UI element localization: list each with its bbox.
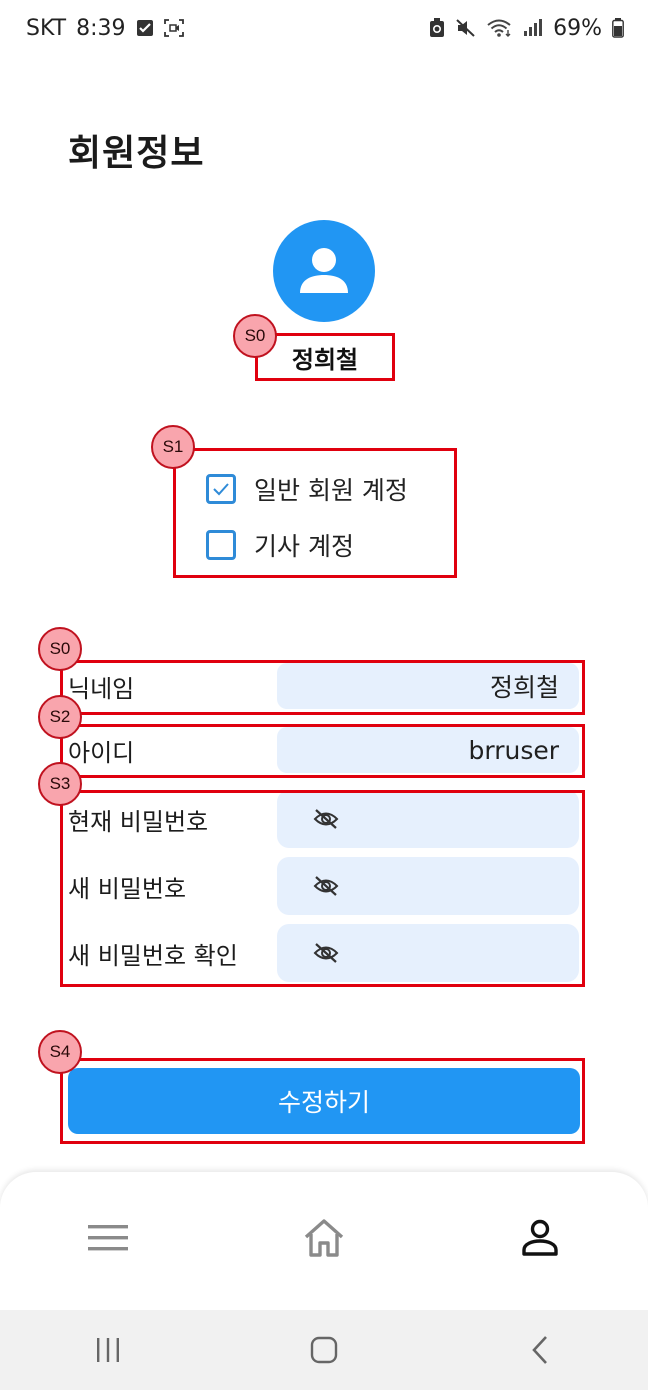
bottom-navigation bbox=[0, 1172, 648, 1310]
nav-home[interactable] bbox=[300, 1214, 348, 1262]
user-id-field[interactable]: brruser bbox=[277, 727, 579, 773]
account-option-driver[interactable]: 기사 계정 bbox=[206, 527, 354, 563]
battery-icon bbox=[612, 18, 624, 38]
confirm-password-label: 새 비밀번호 확인 bbox=[68, 941, 238, 970]
eye-off-icon[interactable] bbox=[313, 942, 339, 964]
eye-off-icon[interactable] bbox=[313, 875, 339, 897]
nav-menu[interactable] bbox=[84, 1214, 132, 1262]
nickname-row: 닉네임 정희철 bbox=[62, 660, 584, 712]
avatar[interactable] bbox=[273, 220, 375, 322]
checklist-icon bbox=[136, 19, 154, 37]
nickname-field[interactable]: 정희철 bbox=[277, 663, 579, 709]
page-title: 회원정보 bbox=[68, 133, 205, 174]
account-option-label: 기사 계정 bbox=[254, 532, 354, 561]
home-button[interactable] bbox=[294, 1320, 354, 1380]
profile-icon[interactable] bbox=[521, 1219, 559, 1257]
checkbox-unchecked[interactable] bbox=[206, 530, 236, 560]
person-icon bbox=[300, 248, 348, 293]
battery-percent: 69% bbox=[553, 15, 602, 41]
user-id-label: 아이디 bbox=[68, 738, 135, 767]
submit-button[interactable]: 수정하기 bbox=[68, 1068, 580, 1134]
nav-profile[interactable] bbox=[516, 1214, 564, 1262]
back-chevron-icon[interactable] bbox=[529, 1335, 551, 1365]
annotation-tag: S4 bbox=[38, 1030, 82, 1074]
wifi-icon bbox=[487, 18, 513, 38]
mute-icon bbox=[455, 18, 477, 38]
battery-saver-icon bbox=[429, 18, 445, 38]
check-icon bbox=[213, 483, 229, 496]
annotation-tag: S0 bbox=[38, 627, 82, 671]
status-bar-left: SKT 8:39 bbox=[26, 16, 184, 41]
new-password-label: 새 비밀번호 bbox=[68, 874, 187, 903]
home-icon[interactable] bbox=[303, 1218, 345, 1258]
current-password-field[interactable] bbox=[277, 790, 579, 848]
current-password-label: 현재 비밀번호 bbox=[68, 807, 209, 836]
menu-icon[interactable] bbox=[88, 1223, 128, 1253]
account-type-group: 일반 회원 계정 기사 계정 bbox=[174, 449, 456, 577]
back-button[interactable] bbox=[510, 1320, 570, 1380]
annotation-tag: S3 bbox=[38, 762, 82, 806]
recent-apps-button[interactable] bbox=[78, 1320, 138, 1380]
annotation-tag: S2 bbox=[38, 695, 82, 739]
confirm-password-field[interactable] bbox=[277, 924, 579, 982]
home-square-icon[interactable] bbox=[310, 1336, 338, 1364]
recent-apps-icon[interactable] bbox=[94, 1336, 122, 1364]
account-option-general[interactable]: 일반 회원 계정 bbox=[206, 471, 408, 507]
system-navigation-bar bbox=[0, 1310, 648, 1390]
status-bar: SKT 8:39 69% bbox=[0, 0, 648, 56]
checkbox-checked[interactable] bbox=[206, 474, 236, 504]
screen: SKT 8:39 69% 회원정보 정희철 일반 회원 계정 기사 계정 닉네임… bbox=[0, 0, 648, 1390]
eye-off-icon[interactable] bbox=[313, 808, 339, 830]
signal-icon bbox=[523, 18, 543, 38]
clock: 8:39 bbox=[76, 15, 126, 41]
account-option-label: 일반 회원 계정 bbox=[254, 476, 408, 505]
annotation-tag: S1 bbox=[151, 425, 195, 469]
annotation-tag: S0 bbox=[233, 314, 277, 358]
user-id-row: 아이디 brruser bbox=[62, 724, 584, 776]
new-password-field[interactable] bbox=[277, 857, 579, 915]
status-bar-right: 69% bbox=[429, 16, 624, 41]
screen-record-icon bbox=[163, 19, 184, 37]
carrier-label: SKT bbox=[26, 15, 67, 41]
